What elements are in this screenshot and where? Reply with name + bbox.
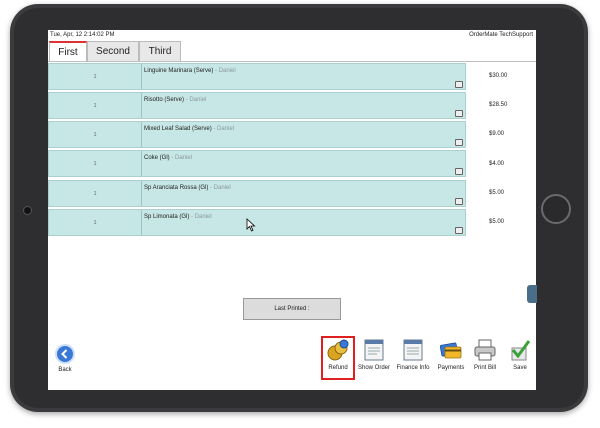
camera bbox=[23, 206, 32, 215]
item-name-line: Sp Limonata (Gl) - Daniel bbox=[144, 214, 212, 220]
item-server: - Daniel bbox=[184, 97, 207, 103]
checkmark-icon bbox=[511, 340, 531, 361]
order-row[interactable]: 1 Risotto (Serve) - Daniel bbox=[48, 92, 466, 119]
finance-info-button[interactable]: Finance Info bbox=[396, 338, 430, 371]
printer-icon bbox=[455, 110, 463, 117]
support-label: OrderMate TechSupport bbox=[469, 32, 533, 38]
finance-info-label: Finance Info bbox=[396, 365, 430, 371]
item-server: - Daniel bbox=[169, 155, 193, 161]
item-name-line: Mixed Leaf Salad (Serve) - Daniel bbox=[144, 126, 234, 132]
refund-button[interactable]: Refund bbox=[324, 338, 352, 371]
item-qty: 1 bbox=[49, 181, 142, 206]
tab-second[interactable]: Second bbox=[87, 41, 139, 61]
item-name-line: Risotto (Serve) - Daniel bbox=[144, 97, 206, 103]
item-qty: 1 bbox=[49, 64, 142, 89]
home-button[interactable] bbox=[541, 194, 571, 224]
item-name: Linguine Marinara (Serve) bbox=[144, 68, 214, 74]
item-name: Sp Limonata (Gl) bbox=[144, 214, 190, 220]
item-price: $4.00 bbox=[489, 161, 505, 167]
printer-icon bbox=[455, 198, 463, 205]
item-price: $5.00 bbox=[489, 190, 505, 196]
printer-icon bbox=[474, 339, 496, 361]
save-button[interactable]: Save bbox=[508, 338, 532, 371]
item-server: - Daniel bbox=[213, 68, 236, 74]
save-label: Save bbox=[513, 365, 527, 371]
order-row[interactable]: 1 Sp Limonata (Gl) - Daniel bbox=[48, 209, 466, 236]
status-bar: Tue, Apr, 12 2:14:02 PM OrderMate TechSu… bbox=[48, 30, 536, 40]
order-row[interactable]: 1 Linguine Marinara (Serve) - Daniel bbox=[48, 63, 466, 90]
printer-icon bbox=[455, 168, 463, 175]
show-order-button[interactable]: Show Order bbox=[358, 338, 390, 371]
item-qty: 1 bbox=[49, 210, 142, 235]
item-price: $28.50 bbox=[489, 102, 508, 108]
credit-cards-icon bbox=[439, 342, 462, 359]
back-label: Back bbox=[58, 367, 72, 373]
tab-third[interactable]: Third bbox=[139, 41, 181, 61]
datetime: Tue, Apr, 12 2:14:02 PM bbox=[50, 32, 115, 38]
document-icon bbox=[364, 339, 384, 361]
payments-label: Payments bbox=[437, 365, 465, 371]
item-name: Coke (Gl) bbox=[144, 155, 170, 161]
payments-button[interactable]: Payments bbox=[436, 338, 466, 371]
item-qty: 1 bbox=[49, 151, 142, 176]
item-name-line: Linguine Marinara (Serve) - Daniel bbox=[144, 68, 236, 74]
printer-icon bbox=[455, 139, 463, 146]
tab-divider bbox=[48, 61, 536, 62]
side-drawer-handle[interactable] bbox=[527, 285, 537, 303]
tab-first[interactable]: First bbox=[49, 41, 87, 62]
item-name-line: Coke (Gl) - Daniel bbox=[144, 155, 192, 161]
item-server: - Daniel bbox=[208, 185, 231, 191]
item-name-line: Sp Aranciata Rossa (Gl) - Daniel bbox=[144, 185, 231, 191]
coins-icon bbox=[327, 339, 349, 361]
printer-icon bbox=[455, 227, 463, 234]
item-server: - Daniel bbox=[211, 126, 235, 132]
item-name: Risotto (Serve) bbox=[144, 97, 185, 103]
pos-screen: Tue, Apr, 12 2:14:02 PM OrderMate TechSu… bbox=[48, 30, 536, 390]
item-qty: 1 bbox=[49, 93, 142, 118]
item-name: Mixed Leaf Salad (Serve) bbox=[144, 126, 212, 132]
refund-label: Refund bbox=[328, 365, 348, 371]
item-qty: 1 bbox=[49, 122, 142, 147]
item-server: - Daniel bbox=[189, 214, 212, 220]
back-button[interactable]: Back bbox=[53, 344, 77, 373]
order-row[interactable]: 1 Sp Aranciata Rossa (Gl) - Daniel bbox=[48, 180, 466, 207]
order-row[interactable]: 1 Mixed Leaf Salad (Serve) - Daniel bbox=[48, 121, 466, 148]
finance-document-icon bbox=[403, 339, 423, 361]
printer-icon bbox=[455, 81, 463, 88]
item-price: $9.00 bbox=[489, 131, 505, 137]
print-bill-label: Print Bill bbox=[473, 365, 496, 371]
back-arrow-icon bbox=[55, 344, 75, 364]
print-bill-button[interactable]: Print Bill bbox=[472, 338, 498, 371]
item-price: $5.00 bbox=[489, 219, 505, 225]
item-price: $30.00 bbox=[489, 73, 508, 79]
item-name: Sp Aranciata Rossa (Gl) bbox=[144, 185, 209, 191]
order-row[interactable]: 1 Coke (Gl) - Daniel bbox=[48, 150, 466, 177]
last-printed-button[interactable]: Last Printed : bbox=[243, 298, 341, 320]
show-order-label: Show Order bbox=[358, 365, 391, 371]
mouse-cursor-icon bbox=[246, 218, 256, 232]
